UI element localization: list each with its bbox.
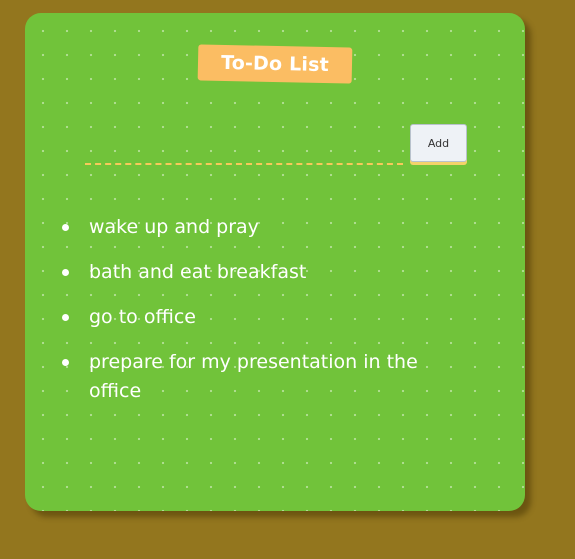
- add-button[interactable]: Add: [410, 124, 467, 162]
- todo-item[interactable]: go to office: [62, 303, 449, 332]
- todo-item[interactable]: bath and eat breakfast: [62, 258, 449, 287]
- bullet-icon: [62, 314, 69, 321]
- title-banner: To-Do List: [197, 44, 353, 84]
- bullet-icon: [62, 359, 69, 366]
- bullet-icon: [62, 224, 69, 231]
- todo-card: To-Do List Add wake up and pray bath and…: [25, 13, 525, 511]
- todo-list: wake up and pray bath and eat breakfast …: [25, 213, 525, 422]
- todo-item-text: wake up and pray: [89, 216, 259, 238]
- todo-item-text: go to office: [89, 306, 196, 328]
- todo-input[interactable]: [85, 143, 403, 165]
- page-title: To-Do List: [220, 51, 330, 77]
- todo-item-text: prepare for my presentation in the offic…: [89, 351, 418, 402]
- bullet-icon: [62, 269, 69, 276]
- todo-item[interactable]: wake up and pray: [62, 213, 449, 242]
- todo-item-text: bath and eat breakfast: [89, 261, 307, 283]
- todo-item[interactable]: prepare for my presentation in the offic…: [62, 348, 449, 406]
